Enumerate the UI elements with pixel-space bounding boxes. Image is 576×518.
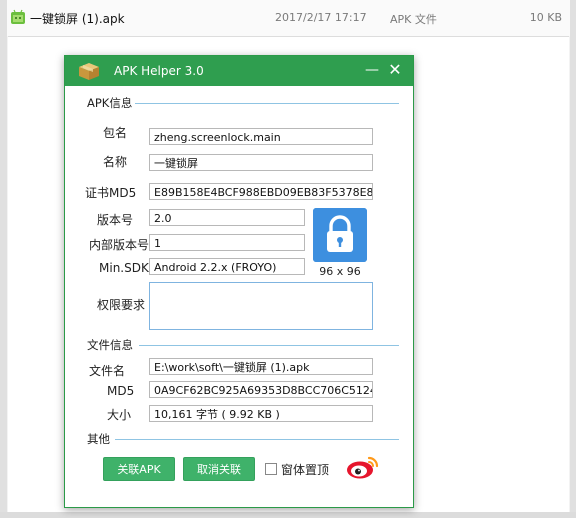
window-right-border (570, 0, 576, 518)
unassociate-button[interactable]: 取消关联 (183, 457, 255, 481)
size-field[interactable]: 10,161 字节 ( 9.92 KB ) (149, 405, 373, 422)
dialog-titlebar[interactable]: APK Helper 3.0 — ✕ (65, 56, 413, 86)
cert-md5-field[interactable]: E89B158E4BCF988EBD09EB83F5378E87 (149, 183, 373, 200)
md5-label: MD5 (107, 384, 135, 398)
file-list-row[interactable]: 一键锁屏 (1).apk 2017/2/17 17:17 APK 文件 10 K… (10, 8, 570, 28)
android-apk-icon (11, 9, 25, 24)
section-other: 其他 (87, 432, 110, 446)
min-sdk-label: Min.SDK (99, 261, 149, 275)
weibo-icon[interactable] (345, 452, 381, 480)
topmost-checkbox[interactable] (265, 463, 277, 475)
dialog-title: APK Helper 3.0 (114, 64, 204, 78)
file-name: 一键锁屏 (1).apk (30, 12, 125, 26)
minimize-button[interactable]: — (365, 62, 379, 78)
package-label: 包名 (103, 126, 128, 140)
internal-version-field[interactable]: 1 (149, 234, 305, 251)
app-name-field[interactable]: 一键锁屏 (149, 154, 373, 171)
file-modified-date: 2017/2/17 17:17 (275, 11, 367, 24)
window-left-border (0, 0, 7, 518)
permissions-label: 权限要求 (97, 298, 146, 312)
icon-size-label: 96 x 96 (319, 265, 361, 278)
section-apk-info: APK信息 (87, 96, 133, 110)
section-divider (115, 439, 399, 440)
section-divider (135, 103, 399, 104)
name-label: 名称 (103, 155, 128, 169)
file-size: 10 KB (529, 11, 562, 24)
section-divider (139, 345, 399, 346)
version-label: 版本号 (97, 213, 134, 227)
associate-apk-button[interactable]: 关联APK (103, 457, 175, 481)
filename-field[interactable]: E:\work\soft\一键锁屏 (1).apk (149, 358, 373, 375)
size-label: 大小 (107, 408, 132, 422)
min-sdk-field[interactable]: Android 2.2.x (FROYO) (149, 258, 305, 275)
close-button[interactable]: ✕ (387, 61, 403, 79)
package-field[interactable]: zheng.screenlock.main (149, 128, 373, 145)
topmost-label[interactable]: 窗体置顶 (281, 461, 329, 478)
window-bottom-border (0, 512, 576, 518)
internal-version-label: 内部版本号 (89, 238, 150, 252)
cert-md5-label: 证书MD5 (85, 186, 137, 200)
package-box-icon (79, 63, 99, 80)
apk-helper-dialog: APK Helper 3.0 — ✕ APK信息 包名 zheng.screen… (64, 55, 414, 508)
filename-label: 文件名 (89, 364, 126, 378)
file-type: APK 文件 (390, 13, 437, 26)
version-field[interactable]: 2.0 (149, 209, 305, 226)
md5-field[interactable]: 0A9CF62BC925A69353D8BCC706C51246 (149, 381, 373, 398)
app-icon-lock (313, 208, 367, 262)
permissions-textarea[interactable] (149, 282, 373, 330)
section-file-info: 文件信息 (87, 338, 133, 352)
